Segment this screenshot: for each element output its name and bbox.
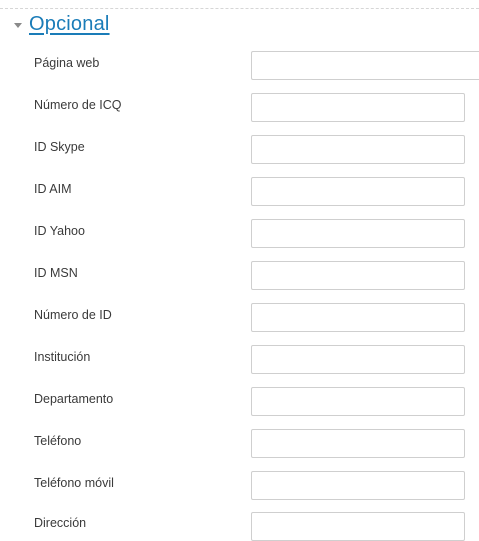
label-id-msn: ID MSN xyxy=(34,266,78,280)
label-departamento: Departamento xyxy=(34,392,114,406)
caret-down-icon xyxy=(14,22,22,28)
input-numero-id[interactable] xyxy=(251,303,465,332)
input-telefono[interactable] xyxy=(251,429,465,458)
input-institucion[interactable] xyxy=(251,345,465,374)
optional-section-toggle[interactable]: Opcional xyxy=(14,11,110,37)
label-id-yahoo: ID Yahoo xyxy=(34,224,85,238)
input-direccion[interactable] xyxy=(251,512,465,541)
input-id-aim[interactable] xyxy=(251,177,465,206)
input-pagina-web[interactable] xyxy=(251,51,479,80)
input-id-msn[interactable] xyxy=(251,261,465,290)
input-id-yahoo[interactable] xyxy=(251,219,465,248)
label-numero-icq: Número de ICQ xyxy=(34,98,122,112)
section-divider xyxy=(0,8,479,9)
label-institucion: Institución xyxy=(34,350,91,364)
label-id-skype: ID Skype xyxy=(34,140,85,154)
label-direccion: Dirección xyxy=(34,516,87,530)
input-id-skype[interactable] xyxy=(251,135,465,164)
input-numero-icq[interactable] xyxy=(251,93,465,122)
label-pagina-web: Página web xyxy=(34,56,100,70)
section-title[interactable]: Opcional xyxy=(29,13,110,36)
input-telefono-movil[interactable] xyxy=(251,471,465,500)
label-numero-id: Número de ID xyxy=(34,308,112,322)
label-telefono-movil: Teléfono móvil xyxy=(34,476,114,490)
input-departamento[interactable] xyxy=(251,387,465,416)
label-telefono: Teléfono xyxy=(34,434,82,448)
label-id-aim: ID AIM xyxy=(34,182,72,196)
